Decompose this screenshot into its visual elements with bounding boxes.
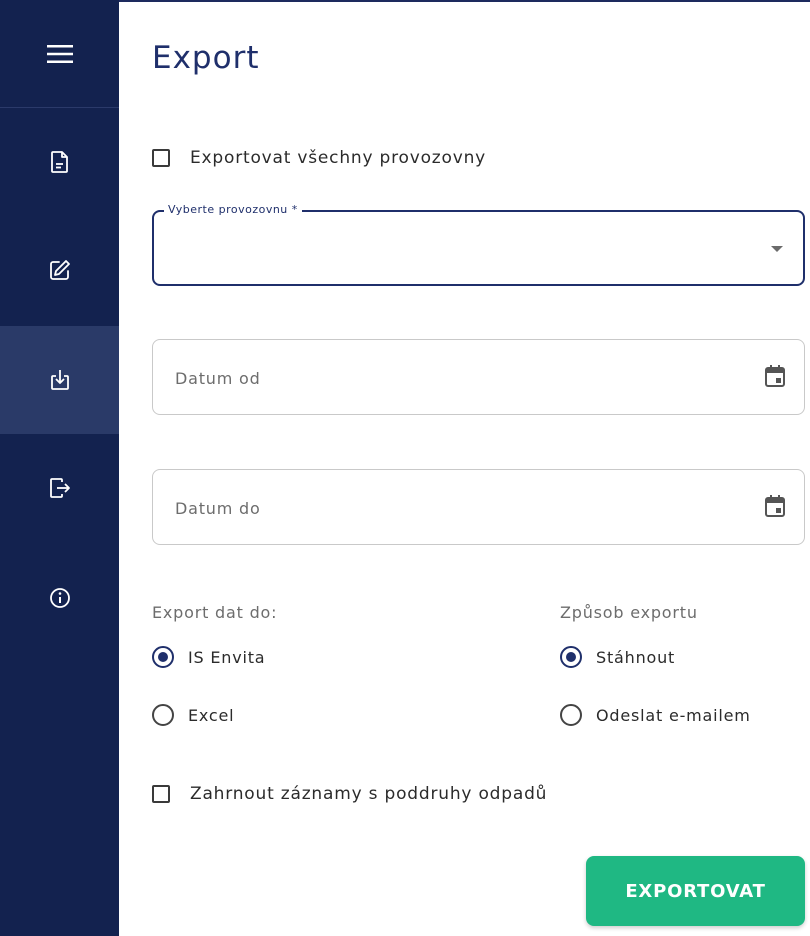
radio-download-label: Stáhnout xyxy=(596,647,676,667)
caret-down-icon xyxy=(771,246,783,252)
sidebar xyxy=(0,0,119,936)
sidebar-item-records[interactable] xyxy=(0,108,119,216)
radio-email-label: Odeslat e-mailem xyxy=(596,705,751,725)
radio-excel-label: Excel xyxy=(188,705,235,725)
radio-email[interactable]: Odeslat e-mailem xyxy=(560,704,751,726)
radio-excel[interactable]: Excel xyxy=(152,704,234,726)
top-border xyxy=(0,0,810,2)
date-from-input[interactable] xyxy=(173,340,737,416)
calendar-icon[interactable] xyxy=(764,364,786,388)
radio-is-envita-label: IS Envita xyxy=(188,647,266,667)
include-subtypes-checkbox[interactable] xyxy=(152,785,170,803)
workplace-select-label: Vyberte provozovnu * xyxy=(164,203,302,216)
export-all-checkbox[interactable] xyxy=(152,149,170,167)
document-icon xyxy=(50,151,68,173)
info-icon xyxy=(49,588,70,608)
sidebar-item-edit[interactable] xyxy=(0,216,119,324)
page-title: Export xyxy=(152,40,260,76)
export-button[interactable]: EXPORTOVAT xyxy=(586,856,805,926)
sidebar-item-export[interactable] xyxy=(0,326,119,434)
export-all-checkbox-row[interactable]: Exportovat všechny provozovny xyxy=(152,148,486,168)
include-subtypes-label: Zahrnout záznamy s poddruhy odpadů xyxy=(190,784,548,804)
date-to-field[interactable] xyxy=(152,469,805,546)
download-icon xyxy=(50,370,69,390)
include-subtypes-checkbox-row[interactable]: Zahrnout záznamy s poddruhy odpadů xyxy=(152,784,547,804)
radio-is-envita-control[interactable] xyxy=(152,646,174,668)
export-method-label: Způsob exportu xyxy=(560,603,698,622)
edit-icon xyxy=(49,260,70,280)
date-from-field[interactable] xyxy=(152,339,805,416)
date-to-input[interactable] xyxy=(173,470,737,546)
sidebar-item-logout[interactable] xyxy=(0,434,119,542)
export-target-label: Export dat do: xyxy=(152,603,278,622)
workplace-select[interactable]: Vyberte provozovnu * xyxy=(152,203,805,286)
radio-is-envita[interactable]: IS Envita xyxy=(152,646,265,668)
radio-email-control[interactable] xyxy=(560,704,582,726)
sidebar-item-info[interactable] xyxy=(0,544,119,652)
hamburger-menu-icon xyxy=(46,44,73,63)
radio-excel-control[interactable] xyxy=(152,704,174,726)
calendar-icon[interactable] xyxy=(764,494,786,518)
radio-download[interactable]: Stáhnout xyxy=(560,646,675,668)
logout-icon xyxy=(49,478,70,498)
menu-button[interactable] xyxy=(0,0,119,108)
radio-download-control[interactable] xyxy=(560,646,582,668)
export-all-label: Exportovat všechny provozovny xyxy=(190,148,487,168)
